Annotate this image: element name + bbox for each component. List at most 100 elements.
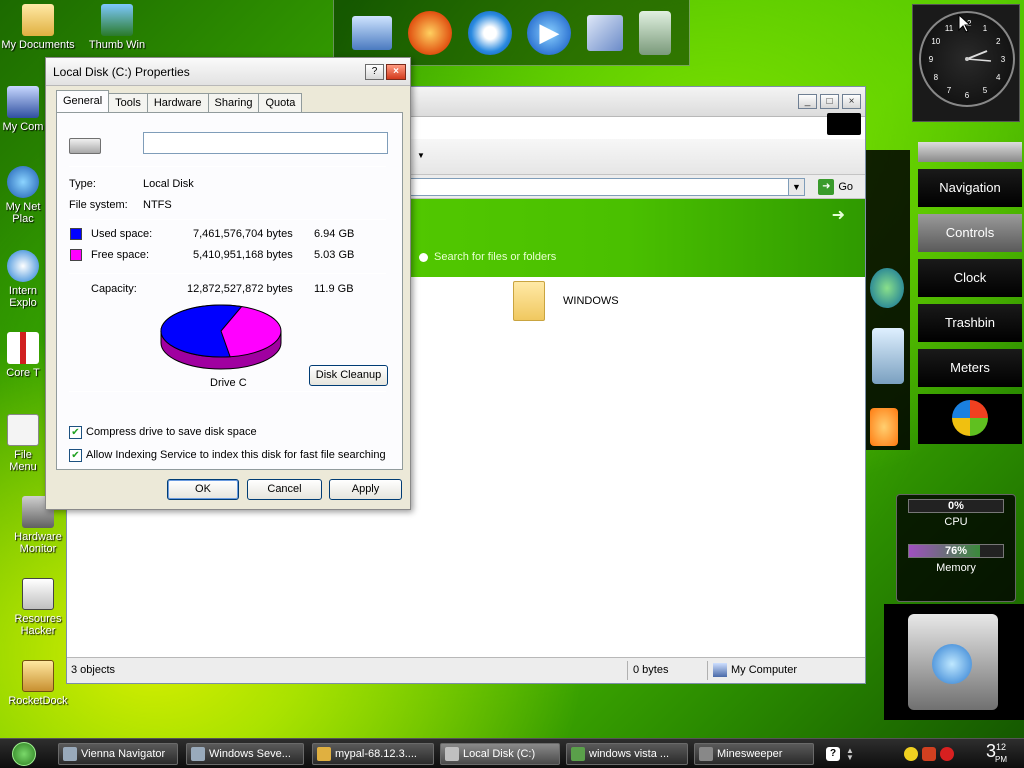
clock-number: 11 <box>945 24 954 33</box>
task-label: mypal-68.12.3.... <box>335 748 417 760</box>
task-windows-vista[interactable]: windows vista ... <box>566 743 688 765</box>
tab-sharing[interactable]: Sharing <box>207 93 260 112</box>
media-player-icon[interactable]: ▶ <box>527 10 572 55</box>
search-icon <box>419 252 428 262</box>
tab-quota[interactable]: Quota <box>258 93 303 112</box>
firefox-icon[interactable] <box>407 10 452 55</box>
computer-icon <box>713 663 727 677</box>
desktop-icon-label: Resoures Hacker <box>14 613 62 637</box>
tab-general[interactable]: General <box>56 90 110 112</box>
time-ampm: PM <box>995 755 1007 764</box>
compress-checkbox[interactable]: ✔ <box>69 426 82 439</box>
chevron-icon[interactable]: ▲ ▼ <box>846 747 860 762</box>
calculator-icon[interactable] <box>922 747 936 761</box>
recycle-bin-icon[interactable] <box>639 10 672 55</box>
task-minesweeper[interactable]: Minesweeper <box>694 743 814 765</box>
go-label: Go <box>838 181 853 193</box>
type-value: Local Disk <box>143 178 194 190</box>
desktop-icon-my-computer[interactable]: My Com <box>0 86 46 133</box>
globe-icon[interactable] <box>870 268 904 308</box>
app-icon <box>63 747 77 761</box>
task-vienna-navigator[interactable]: Vienna Navigator <box>58 743 178 765</box>
close-button[interactable]: × <box>842 94 861 109</box>
rocketdock-icon <box>22 660 54 692</box>
status-bar: 3 objects 0 bytes My Computer <box>67 657 865 683</box>
disk-cleanup-button[interactable]: Disk Cleanup <box>309 365 388 386</box>
security-icon[interactable] <box>940 747 954 761</box>
browser-icon <box>191 747 205 761</box>
media-player-icon[interactable] <box>870 408 898 446</box>
document-icon <box>7 414 39 446</box>
system-tray: ? ▲ ▼ 312 PM <box>818 739 1024 768</box>
tab-hardware[interactable]: Hardware <box>146 93 209 112</box>
control-panel-icon[interactable] <box>587 14 624 51</box>
desktop-icon-label: My Net Plac <box>5 201 41 225</box>
trashbin-gadget[interactable] <box>884 604 1024 720</box>
go-button[interactable]: ➜ Go <box>818 178 853 196</box>
desktop-icon-my-documents[interactable]: My Documents <box>0 4 76 51</box>
smiley-icon[interactable] <box>904 747 918 761</box>
close-button[interactable]: × <box>386 64 406 80</box>
used-label: Used space: <box>91 228 153 240</box>
search-hint[interactable]: Search for files or folders <box>419 251 556 263</box>
dialog-title: Local Disk (C:) Properties <box>53 65 190 79</box>
sidebar-item-trashbin[interactable]: Trashbin <box>918 304 1022 342</box>
forward-arrow-icon[interactable]: ➜ <box>832 205 845 225</box>
maximize-button[interactable]: □ <box>820 94 839 109</box>
drive-name-input[interactable] <box>143 132 388 154</box>
image-icon <box>571 747 585 761</box>
folder-icon <box>317 747 331 761</box>
cpu-label: CPU <box>944 516 968 528</box>
general-panel: Type: Local Disk File system: NTFS Used … <box>56 112 403 470</box>
task-windows-seven[interactable]: Windows Seve... <box>186 743 304 765</box>
recycle-bin-icon <box>908 614 998 710</box>
desktop-icon-label: Hardware Monitor <box>14 531 62 555</box>
monitor-icon[interactable] <box>351 15 392 50</box>
clock-number: 8 <box>934 73 939 82</box>
desktop-icon-internet-explorer[interactable]: Intern Explo <box>0 250 46 309</box>
capacity-bytes: 12,872,527,872 bytes <box>187 283 293 295</box>
desktop-icon-rocketdock[interactable]: RocketDock <box>0 660 76 707</box>
desktop-icon-label: My Documents <box>1 39 75 51</box>
desktop-icon-my-network[interactable]: My Net Plac <box>0 166 46 225</box>
windows-logo-icon[interactable] <box>918 394 1022 444</box>
thermometer-icon <box>7 332 39 364</box>
help-button[interactable]: ? <box>365 64 384 80</box>
task-label: Vienna Navigator <box>81 748 166 760</box>
sidebar-item-controls[interactable]: Controls <box>918 214 1022 252</box>
desktop-icon-thumb-win[interactable]: Thumb Win <box>79 4 155 51</box>
cancel-button[interactable]: Cancel <box>247 479 322 500</box>
desktop-icon-file-menu[interactable]: File Menu <box>0 414 46 473</box>
free-bytes: 5,410,951,168 bytes <box>193 249 293 261</box>
capacity-gb: 11.9 GB <box>314 283 354 295</box>
ok-button[interactable]: OK <box>167 479 239 500</box>
task-mypal[interactable]: mypal-68.12.3.... <box>312 743 434 765</box>
clock-number: 6 <box>965 91 970 100</box>
sidebar-item-navigation[interactable]: Navigation <box>918 169 1022 207</box>
compress-label: Compress drive to save disk space <box>86 426 257 438</box>
chevron-down-icon[interactable]: ▼ <box>417 151 425 160</box>
tab-tools[interactable]: Tools <box>108 93 148 112</box>
desktop-icon-resource-hacker[interactable]: Resoures Hacker <box>0 578 76 637</box>
cpu-meter-bar: 0% <box>908 499 1004 513</box>
desktop-icon-label: File Menu <box>9 449 37 473</box>
task-local-disk[interactable]: Local Disk (C:) <box>440 743 560 765</box>
fs-value: NTFS <box>143 199 172 211</box>
task-label: Minesweeper <box>717 748 783 760</box>
minimize-button[interactable]: _ <box>798 94 817 109</box>
sidebar-item-clock[interactable]: Clock <box>918 259 1022 297</box>
used-space-swatch <box>70 228 82 240</box>
recycle-bin-icon[interactable] <box>872 328 904 384</box>
folder-item-windows[interactable]: WINDOWS <box>513 281 619 321</box>
sidebar-item-meters[interactable]: Meters <box>918 349 1022 387</box>
fs-label: File system: <box>69 199 128 211</box>
desktop-icon-core-temp[interactable]: Core T <box>0 332 46 379</box>
help-icon[interactable]: ? <box>826 747 840 761</box>
address-input[interactable]: ▼ <box>407 178 805 196</box>
start-button[interactable] <box>12 742 36 766</box>
internet-explorer-icon[interactable] <box>467 10 512 55</box>
address-dropdown[interactable]: ▼ <box>788 179 804 195</box>
clock-number: 1 <box>983 24 988 33</box>
apply-button[interactable]: Apply <box>329 479 402 500</box>
index-checkbox[interactable]: ✔ <box>69 449 82 462</box>
